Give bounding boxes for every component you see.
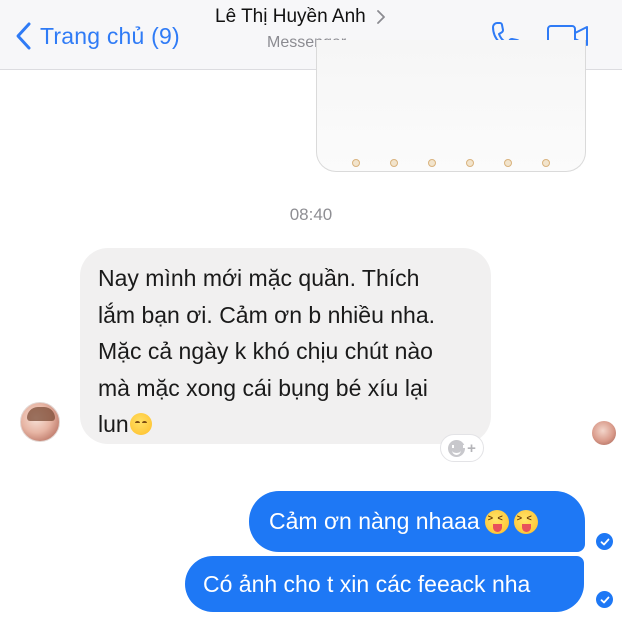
add-reaction-button[interactable]: +: [440, 434, 484, 462]
message-timestamp: 08:40: [289, 205, 333, 224]
outgoing-message-text: Có ảnh cho t xin các feeack nha: [203, 570, 531, 597]
shared-photo[interactable]: [316, 40, 586, 172]
squinting-tongue-emoji-icon: [513, 509, 538, 534]
sent-check-icon: [596, 533, 613, 550]
back-button[interactable]: Trang chủ (9): [14, 18, 180, 54]
plus-icon: +: [467, 439, 476, 457]
outgoing-message-text: Cảm ơn nàng nhaaa: [269, 508, 480, 534]
incoming-message-text: Nay mình mới mặc quần. Thích lắm bạn ơi.…: [98, 265, 436, 437]
chevron-left-icon: [16, 22, 31, 50]
smiley-icon: [448, 439, 466, 457]
incoming-message-bubble[interactable]: Nay mình mới mặc quần. Thích lắm bạn ơi.…: [80, 248, 491, 444]
outgoing-message-bubble[interactable]: Có ảnh cho t xin các feeack nha: [185, 556, 584, 612]
back-label: Trang chủ (9): [40, 22, 180, 49]
photo-border-pattern: [317, 159, 585, 169]
contact-name: Lê Thị Huyền Anh: [215, 6, 366, 27]
contact-avatar[interactable]: [20, 402, 60, 442]
sent-check-icon: [596, 591, 613, 608]
squinting-tongue-emoji-icon: [484, 509, 509, 534]
outgoing-message-bubble[interactable]: Cảm ơn nàng nhaaa: [249, 491, 585, 552]
chevron-right-icon: [376, 10, 385, 24]
smiling-face-emoji-icon: [129, 413, 152, 435]
read-receipt-avatar: [592, 421, 616, 445]
